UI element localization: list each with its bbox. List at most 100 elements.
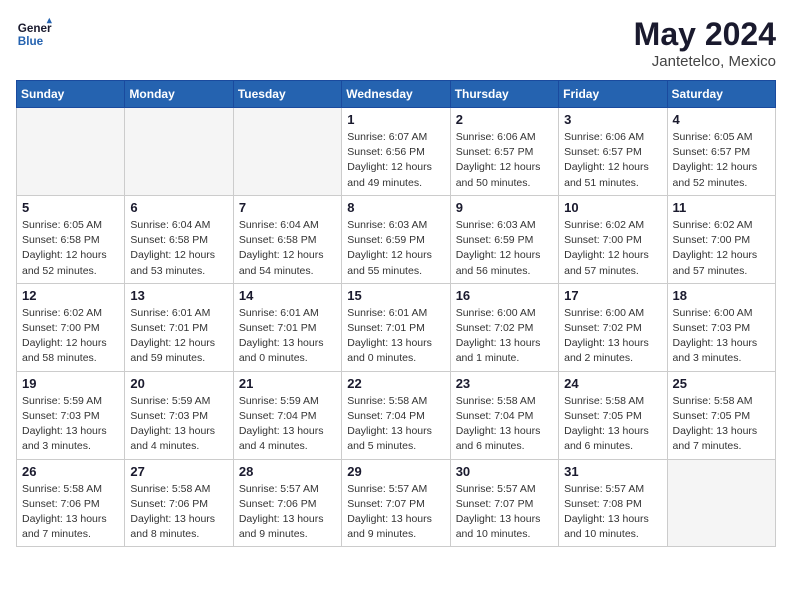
calendar-cell: 29 Sunrise: 5:57 AM Sunset: 7:07 PM Dayli… [342,459,450,547]
logo-icon: General Blue [16,16,52,52]
day-info: Sunrise: 6:01 AM Sunset: 7:01 PM Dayligh… [239,306,336,367]
day-info: Sunrise: 6:00 AM Sunset: 7:03 PM Dayligh… [673,306,770,367]
title-block: May 2024 Jantetelco, Mexico [634,16,776,70]
day-info: Sunrise: 6:01 AM Sunset: 7:01 PM Dayligh… [347,306,444,367]
day-number: 14 [239,288,336,303]
location-subtitle: Jantetelco, Mexico [634,53,776,70]
day-info: Sunrise: 6:05 AM Sunset: 6:58 PM Dayligh… [22,218,119,279]
day-info: Sunrise: 5:58 AM Sunset: 7:05 PM Dayligh… [673,394,770,455]
weekday-header-row: SundayMondayTuesdayWednesdayThursdayFrid… [17,81,776,108]
day-number: 18 [673,288,770,303]
day-number: 28 [239,464,336,479]
day-info: Sunrise: 6:02 AM Sunset: 7:00 PM Dayligh… [673,218,770,279]
day-info: Sunrise: 5:57 AM Sunset: 7:08 PM Dayligh… [564,482,661,543]
day-number: 27 [130,464,227,479]
day-info: Sunrise: 5:59 AM Sunset: 7:04 PM Dayligh… [239,394,336,455]
day-number: 9 [456,200,553,215]
calendar-cell: 2 Sunrise: 6:06 AM Sunset: 6:57 PM Daylig… [450,108,558,196]
day-number: 11 [673,200,770,215]
day-info: Sunrise: 6:00 AM Sunset: 7:02 PM Dayligh… [564,306,661,367]
day-info: Sunrise: 5:57 AM Sunset: 7:06 PM Dayligh… [239,482,336,543]
logo: General Blue [16,16,52,52]
calendar-cell: 5Sunrise: 6:05 AM Sunset: 6:58 PM Daylig… [17,195,125,283]
day-number: 3 [564,112,661,127]
day-number: 20 [130,376,227,391]
day-info: Sunrise: 5:58 AM Sunset: 7:05 PM Dayligh… [564,394,661,455]
day-number: 23 [456,376,553,391]
calendar-cell: 4Sunrise: 6:05 AM Sunset: 6:57 PM Daylig… [667,108,775,196]
calendar-table: SundayMondayTuesdayWednesdayThursdayFrid… [16,80,776,547]
day-number: 7 [239,200,336,215]
day-info: Sunrise: 5:57 AM Sunset: 7:07 PM Dayligh… [347,482,444,543]
calendar-cell: 28 Sunrise: 5:57 AM Sunset: 7:06 PM Dayli… [233,459,341,547]
day-info: Sunrise: 6:04 AM Sunset: 6:58 PM Dayligh… [239,218,336,279]
calendar-week-row: 5Sunrise: 6:05 AM Sunset: 6:58 PM Daylig… [17,195,776,283]
day-number: 22 [347,376,444,391]
calendar-week-row: 12 Sunrise: 6:02 AM Sunset: 7:00 PM Dayli… [17,283,776,371]
day-number: 1 [347,112,444,127]
calendar-cell: 30Sunrise: 5:57 AM Sunset: 7:07 PM Dayli… [450,459,558,547]
day-info: Sunrise: 6:02 AM Sunset: 7:00 PM Dayligh… [22,306,119,367]
day-info: Sunrise: 6:06 AM Sunset: 6:57 PM Dayligh… [564,130,661,191]
calendar-cell: 31 Sunrise: 5:57 AM Sunset: 7:08 PM Dayli… [559,459,667,547]
calendar-cell: 11 Sunrise: 6:02 AM Sunset: 7:00 PM Dayli… [667,195,775,283]
day-info: Sunrise: 6:03 AM Sunset: 6:59 PM Dayligh… [456,218,553,279]
calendar-cell: 25 Sunrise: 5:58 AM Sunset: 7:05 PM Dayli… [667,371,775,459]
day-number: 16 [456,288,553,303]
day-info: Sunrise: 6:00 AM Sunset: 7:02 PM Dayligh… [456,306,553,367]
day-number: 8 [347,200,444,215]
svg-text:General: General [18,22,52,35]
calendar-cell: 12 Sunrise: 6:02 AM Sunset: 7:00 PM Dayli… [17,283,125,371]
day-info: Sunrise: 6:05 AM Sunset: 6:57 PM Dayligh… [673,130,770,191]
day-info: Sunrise: 6:07 AM Sunset: 6:56 PM Dayligh… [347,130,444,191]
calendar-week-row: 19 Sunrise: 5:59 AM Sunset: 7:03 PM Dayli… [17,371,776,459]
calendar-cell: 7 Sunrise: 6:04 AM Sunset: 6:58 PM Daylig… [233,195,341,283]
day-info: Sunrise: 6:06 AM Sunset: 6:57 PM Dayligh… [456,130,553,191]
page-header: General Blue May 2024 Jantetelco, Mexico [16,16,776,70]
calendar-cell: 18 Sunrise: 6:00 AM Sunset: 7:03 PM Dayli… [667,283,775,371]
calendar-cell [667,459,775,547]
day-number: 26 [22,464,119,479]
calendar-cell: 13 Sunrise: 6:01 AM Sunset: 7:01 PM Dayli… [125,283,233,371]
day-number: 24 [564,376,661,391]
day-number: 2 [456,112,553,127]
day-info: Sunrise: 5:58 AM Sunset: 7:06 PM Dayligh… [22,482,119,543]
day-number: 10 [564,200,661,215]
calendar-cell: 8Sunrise: 6:03 AM Sunset: 6:59 PM Daylig… [342,195,450,283]
day-number: 29 [347,464,444,479]
day-number: 19 [22,376,119,391]
day-info: Sunrise: 5:57 AM Sunset: 7:07 PM Dayligh… [456,482,553,543]
calendar-cell: 1 Sunrise: 6:07 AM Sunset: 6:56 PM Daylig… [342,108,450,196]
weekday-header-tuesday: Tuesday [233,81,341,108]
calendar-cell: 20 Sunrise: 5:59 AM Sunset: 7:03 PM Dayli… [125,371,233,459]
calendar-cell [17,108,125,196]
weekday-header-saturday: Saturday [667,81,775,108]
day-info: Sunrise: 5:58 AM Sunset: 7:04 PM Dayligh… [456,394,553,455]
day-info: Sunrise: 5:58 AM Sunset: 7:06 PM Dayligh… [130,482,227,543]
calendar-cell: 17Sunrise: 6:00 AM Sunset: 7:02 PM Dayli… [559,283,667,371]
day-number: 12 [22,288,119,303]
calendar-cell [233,108,341,196]
day-info: Sunrise: 6:02 AM Sunset: 7:00 PM Dayligh… [564,218,661,279]
day-info: Sunrise: 6:04 AM Sunset: 6:58 PM Dayligh… [130,218,227,279]
month-year-title: May 2024 [634,16,776,53]
day-number: 13 [130,288,227,303]
calendar-cell: 3 Sunrise: 6:06 AM Sunset: 6:57 PM Daylig… [559,108,667,196]
calendar-cell: 16 Sunrise: 6:00 AM Sunset: 7:02 PM Dayli… [450,283,558,371]
day-number: 21 [239,376,336,391]
calendar-cell: 23 Sunrise: 5:58 AM Sunset: 7:04 PM Dayli… [450,371,558,459]
day-number: 25 [673,376,770,391]
day-number: 31 [564,464,661,479]
calendar-cell: 15 Sunrise: 6:01 AM Sunset: 7:01 PM Dayli… [342,283,450,371]
day-info: Sunrise: 5:58 AM Sunset: 7:04 PM Dayligh… [347,394,444,455]
day-info: Sunrise: 5:59 AM Sunset: 7:03 PM Dayligh… [130,394,227,455]
weekday-header-monday: Monday [125,81,233,108]
calendar-cell: 19Sunrise: 5:59 AM Sunset: 7:03 PM Dayli… [17,371,125,459]
day-info: Sunrise: 6:01 AM Sunset: 7:01 PM Dayligh… [130,306,227,367]
weekday-header-wednesday: Wednesday [342,81,450,108]
day-number: 15 [347,288,444,303]
calendar-cell [125,108,233,196]
calendar-cell: 6Sunrise: 6:04 AM Sunset: 6:58 PM Daylig… [125,195,233,283]
calendar-week-row: 1 Sunrise: 6:07 AM Sunset: 6:56 PM Daylig… [17,108,776,196]
weekday-header-friday: Friday [559,81,667,108]
